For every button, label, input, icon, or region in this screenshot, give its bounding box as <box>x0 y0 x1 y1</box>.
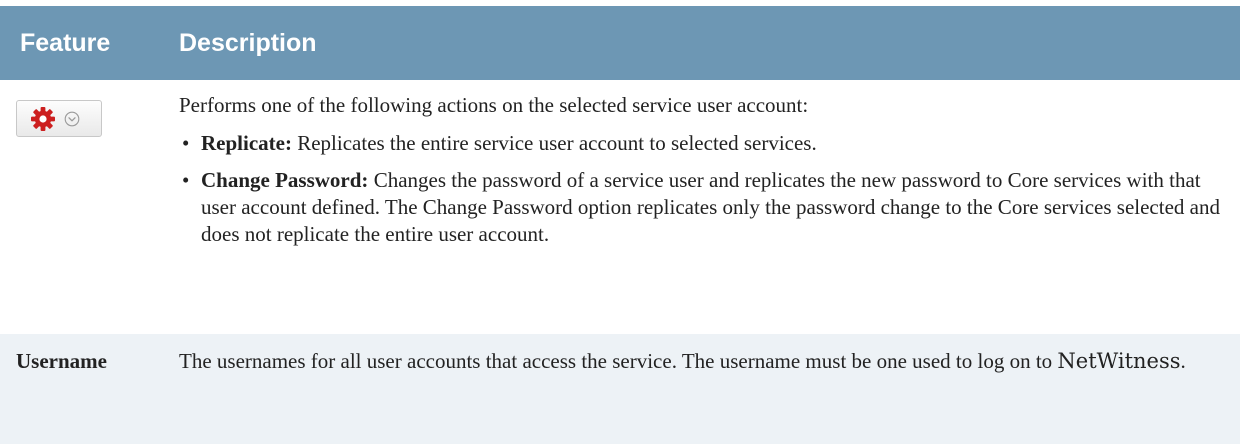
description-cell: Performs one of the following actions on… <box>163 80 1240 334</box>
list-item: • Change Password: Changes the password o… <box>179 167 1226 248</box>
feature-description-table: Feature Description Performs one of the … <box>0 6 1240 444</box>
feature-cell <box>0 80 163 334</box>
bullet-icon: • <box>182 168 190 192</box>
bullet-icon: • <box>182 131 190 155</box>
gear-dropdown-button[interactable] <box>16 100 102 137</box>
action-text: Replicates the entire service user accou… <box>291 131 817 155</box>
description-text: The usernames for all user accounts that… <box>179 349 1058 373</box>
action-list: • Replicate: Replicates the entire servic… <box>179 130 1226 248</box>
action-term: Change Password: <box>201 168 369 192</box>
list-item: • Replicate: Replicates the entire servic… <box>179 130 1226 157</box>
feature-name: Username <box>16 349 107 373</box>
description-cell: The usernames for all user accounts that… <box>163 334 1240 444</box>
description-intro: Performs one of the following actions on… <box>179 93 809 117</box>
description-column-header: Description <box>163 6 1240 80</box>
gear-icon <box>31 107 55 131</box>
table-row: Username The usernames for all user acco… <box>0 334 1240 444</box>
table-header-row: Feature Description <box>0 6 1240 80</box>
chevron-down-icon <box>64 111 80 127</box>
action-term: Replicate: <box>201 131 292 155</box>
brand-name: NetWitness <box>1057 349 1181 373</box>
description-end: . <box>1180 349 1186 373</box>
feature-cell: Username <box>0 334 163 444</box>
table-row: Performs one of the following actions on… <box>0 80 1240 334</box>
feature-column-header: Feature <box>0 6 163 80</box>
